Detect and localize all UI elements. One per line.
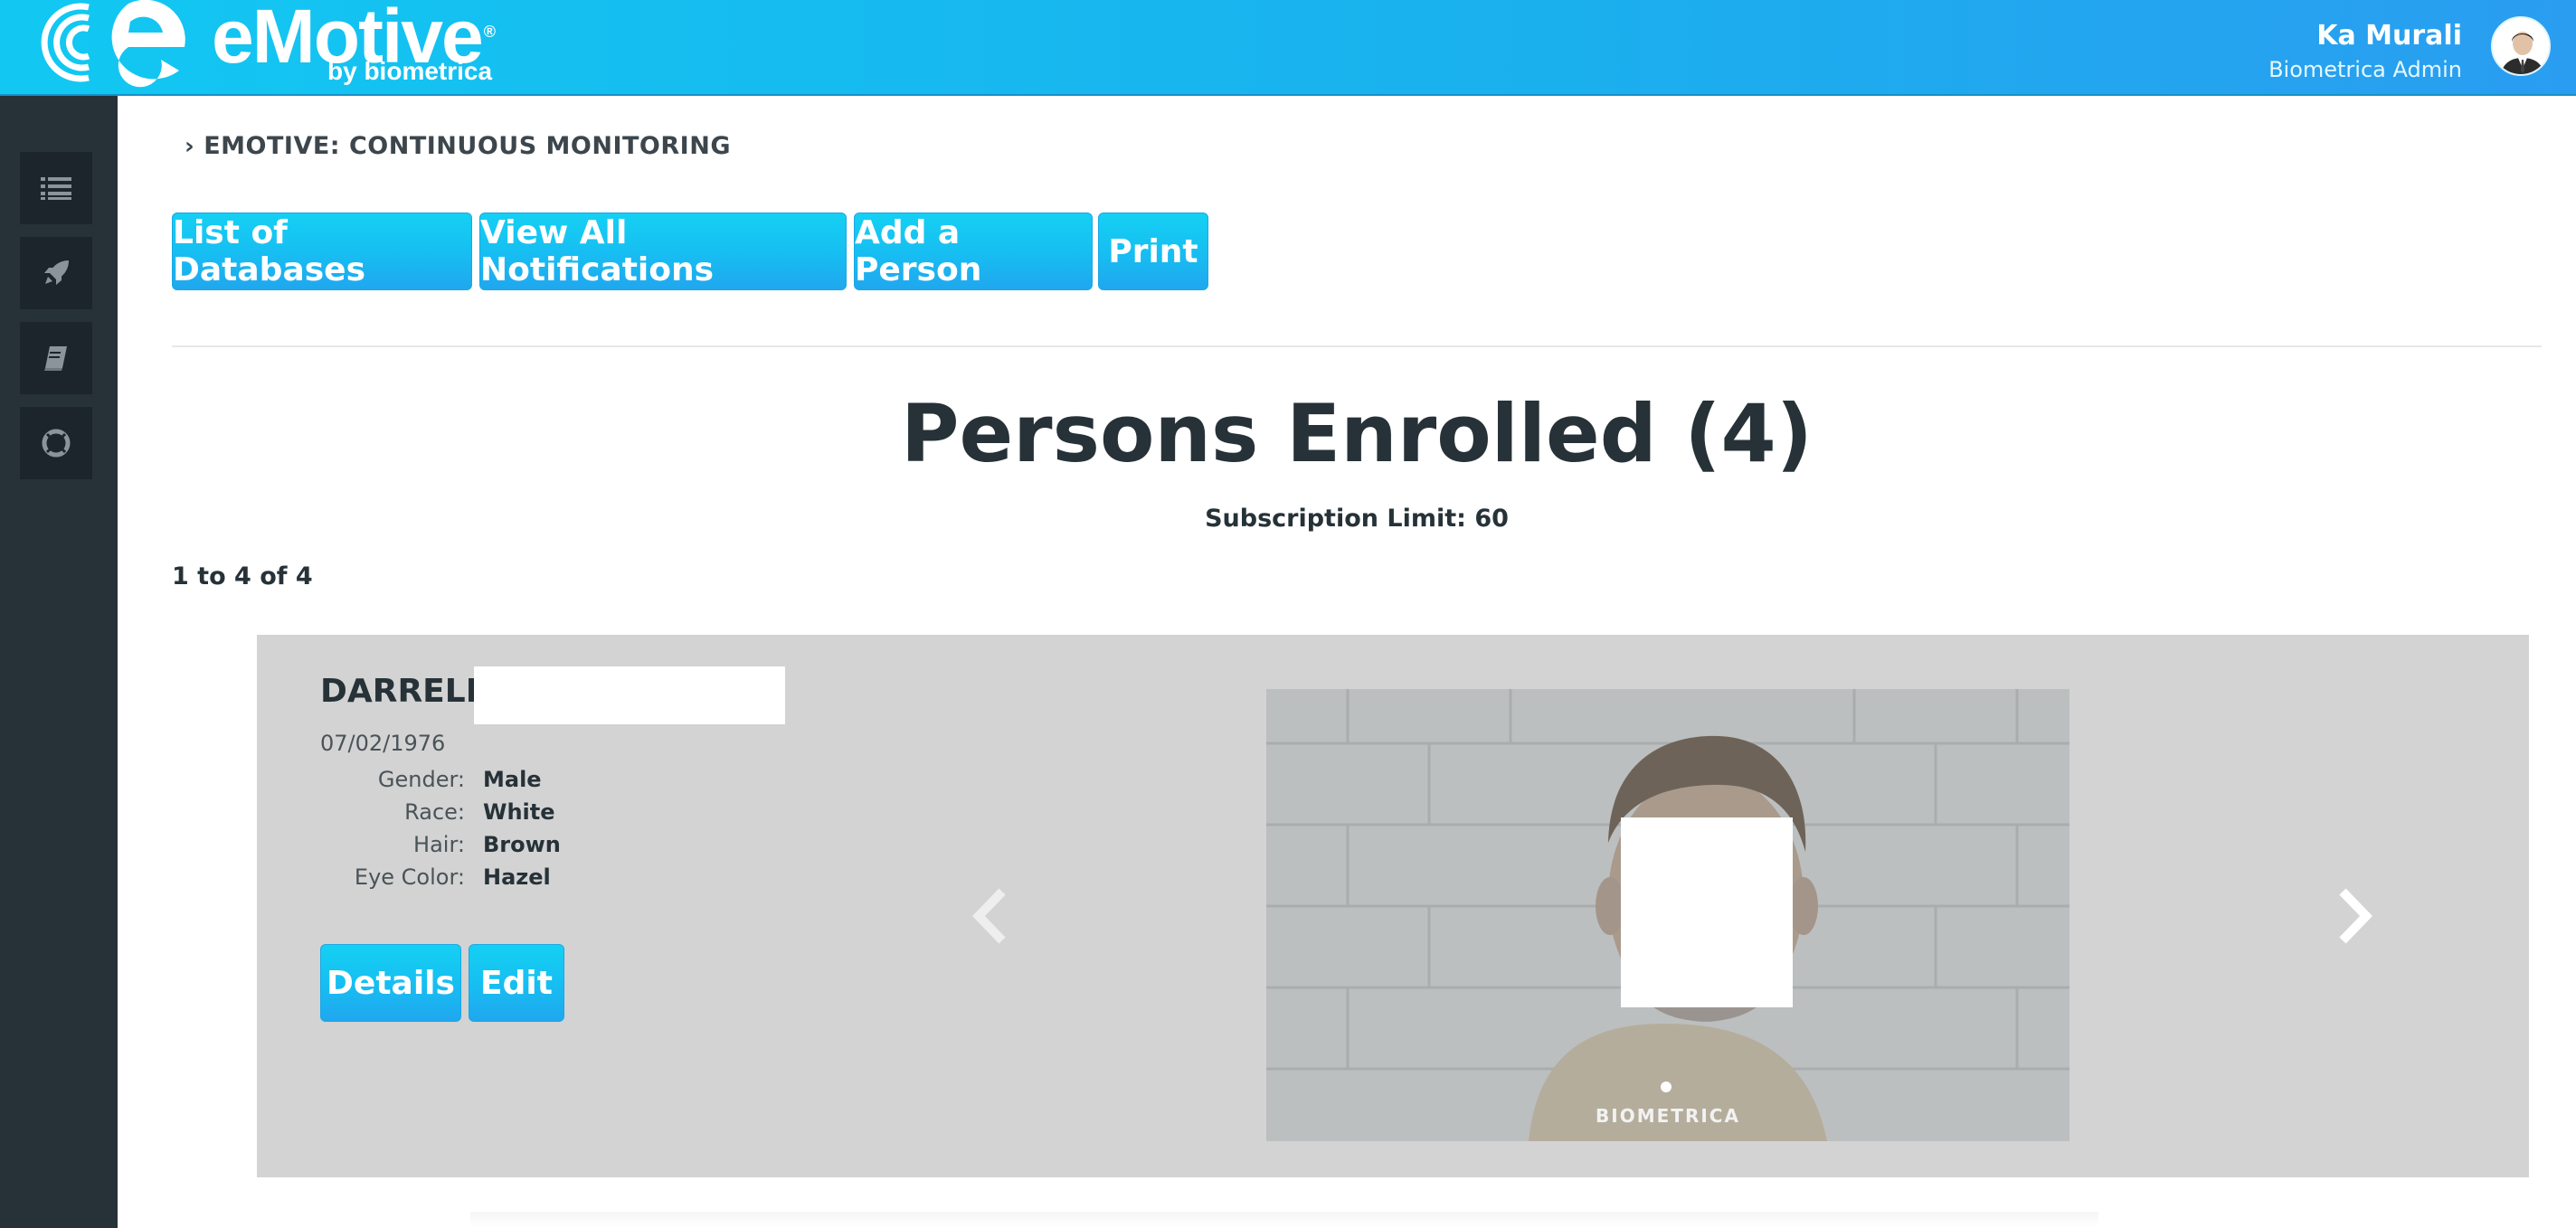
carousel-next-button[interactable] bbox=[2328, 884, 2382, 948]
photo-watermark: BIOMETRICA bbox=[1596, 1105, 1740, 1127]
page-title: Persons Enrolled (4) bbox=[900, 387, 1813, 480]
person-name: DARRELL bbox=[320, 673, 487, 710]
person-photo[interactable]: BIOMETRICA bbox=[1266, 689, 2069, 1141]
sidebar-item-book[interactable] bbox=[20, 322, 92, 394]
lifebuoy-icon bbox=[42, 429, 71, 458]
sidebar-item-help[interactable] bbox=[20, 407, 92, 479]
list-of-databases-button[interactable]: List of Databases bbox=[172, 213, 472, 290]
sidebar-item-list[interactable] bbox=[20, 152, 92, 224]
breadcrumb-label: EMOTIVE: CONTINUOUS MONITORING bbox=[204, 132, 731, 160]
attribute-row: Gender: Male bbox=[320, 763, 646, 796]
chevron-left-icon bbox=[972, 888, 1006, 944]
subscription-limit: Subscription Limit: 60 bbox=[1205, 505, 1509, 533]
breadcrumb[interactable]: › EMOTIVE: CONTINUOUS MONITORING bbox=[185, 132, 731, 160]
divider bbox=[172, 345, 2542, 347]
add-person-button[interactable]: Add a Person bbox=[854, 213, 1093, 290]
print-button[interactable]: Print bbox=[1098, 213, 1208, 290]
carousel-indicator-dot[interactable] bbox=[1661, 1082, 1672, 1092]
carousel-prev-button[interactable] bbox=[962, 884, 1017, 948]
next-card-edge bbox=[470, 1212, 2098, 1228]
user-name: Ka Murali bbox=[2316, 20, 2462, 52]
person-attributes: Gender: Male Race: White Hair: Brown Eye… bbox=[320, 763, 646, 893]
chevron-right-icon: › bbox=[185, 132, 195, 160]
rocket-icon bbox=[44, 260, 69, 285]
attribute-row: Eye Color: Hazel bbox=[320, 861, 646, 893]
person-dob: 07/02/1976 bbox=[320, 731, 446, 756]
user-role: Biometrica Admin bbox=[2268, 57, 2462, 82]
attribute-value: White bbox=[483, 799, 555, 825]
sidebar-item-rocket[interactable] bbox=[20, 237, 92, 309]
chevron-right-icon bbox=[2339, 888, 2372, 944]
emotive-logo-mark-icon bbox=[41, 0, 185, 88]
attribute-label: Eye Color: bbox=[354, 864, 465, 890]
avatar[interactable] bbox=[2491, 16, 2551, 76]
details-button[interactable]: Details bbox=[320, 944, 461, 1022]
brand-subtitle: by biometrica bbox=[327, 57, 493, 85]
sidebar bbox=[0, 96, 118, 1228]
attribute-value: Male bbox=[483, 767, 542, 792]
user-avatar-icon bbox=[2493, 18, 2549, 74]
result-count: 1 to 4 of 4 bbox=[172, 562, 313, 590]
book-icon bbox=[44, 346, 67, 371]
user-info[interactable]: Ka Murali Biometrica Admin bbox=[2268, 18, 2462, 85]
attribute-label: Hair: bbox=[413, 832, 465, 857]
redacted-surname bbox=[474, 666, 785, 724]
top-header: eMotive ® by biometrica Ka Murali Biometr… bbox=[0, 0, 2576, 96]
attribute-label: Race: bbox=[404, 799, 465, 825]
person-card: DARRELL 07/02/1976 Gender: Male Race: Wh… bbox=[257, 635, 2529, 1177]
view-all-notifications-button[interactable]: View All Notifications bbox=[479, 213, 847, 290]
list-icon bbox=[41, 177, 71, 200]
attribute-row: Hair: Brown bbox=[320, 828, 646, 861]
edit-button[interactable]: Edit bbox=[469, 944, 564, 1022]
emotive-logo[interactable]: eMotive ® by biometrica bbox=[34, 0, 523, 94]
attribute-value: Brown bbox=[483, 832, 561, 857]
attribute-label: Gender: bbox=[377, 767, 465, 792]
attribute-value: Hazel bbox=[483, 864, 551, 890]
redacted-face bbox=[1621, 817, 1793, 1007]
attribute-row: Race: White bbox=[320, 796, 646, 828]
